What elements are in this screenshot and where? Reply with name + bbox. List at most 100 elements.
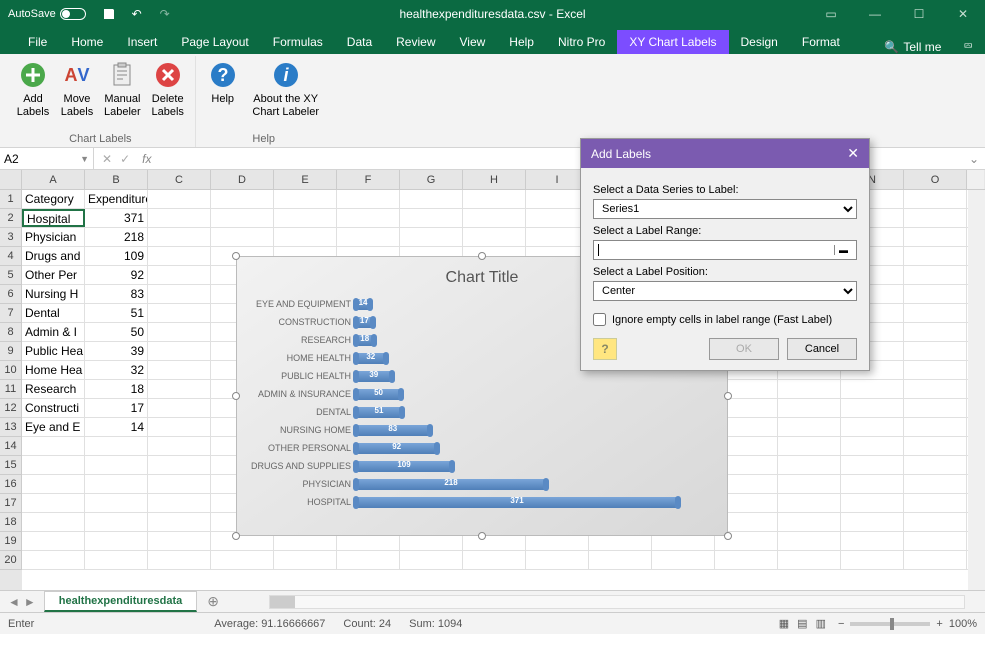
- cell[interactable]: 17: [85, 399, 148, 417]
- bar[interactable]: 17: [357, 317, 372, 328]
- bar[interactable]: 92: [357, 443, 436, 454]
- tab-help[interactable]: Help: [497, 30, 546, 54]
- save-icon[interactable]: [100, 5, 118, 23]
- page-break-view-icon[interactable]: ▥: [816, 617, 826, 630]
- tell-me-search[interactable]: 🔍 Tell me: [874, 40, 951, 54]
- cell[interactable]: [85, 456, 148, 474]
- cell[interactable]: Expenditures: [85, 190, 148, 208]
- cell[interactable]: [148, 323, 211, 341]
- cell[interactable]: 51: [85, 304, 148, 322]
- cell[interactable]: [904, 361, 967, 379]
- cell[interactable]: [22, 437, 85, 455]
- help-button[interactable]: ? Help: [202, 56, 244, 131]
- bar[interactable]: 51: [357, 407, 401, 418]
- cell[interactable]: [148, 342, 211, 360]
- row-header[interactable]: 12: [0, 399, 22, 418]
- cell[interactable]: [841, 513, 904, 531]
- tab-view[interactable]: View: [448, 30, 498, 54]
- row-header[interactable]: 16: [0, 475, 22, 494]
- cell[interactable]: 32: [85, 361, 148, 379]
- cell[interactable]: Nursing H: [22, 285, 85, 303]
- row-header[interactable]: 11: [0, 380, 22, 399]
- cell[interactable]: Public Hea: [22, 342, 85, 360]
- cell[interactable]: [904, 494, 967, 512]
- cell[interactable]: [778, 494, 841, 512]
- cell[interactable]: [841, 494, 904, 512]
- row-header[interactable]: 14: [0, 437, 22, 456]
- cell[interactable]: [211, 228, 274, 246]
- enter-icon[interactable]: ✓: [120, 152, 130, 166]
- cell[interactable]: [841, 399, 904, 417]
- toggle-switch[interactable]: [60, 8, 86, 20]
- cell[interactable]: Admin & I: [22, 323, 85, 341]
- checkbox-input[interactable]: [593, 313, 606, 326]
- fx-label[interactable]: fx: [138, 152, 151, 166]
- tab-review[interactable]: Review: [384, 30, 447, 54]
- cell[interactable]: [274, 228, 337, 246]
- cell[interactable]: [841, 456, 904, 474]
- cell[interactable]: [22, 494, 85, 512]
- cell[interactable]: [148, 418, 211, 436]
- cell[interactable]: [274, 190, 337, 208]
- row-header[interactable]: 4: [0, 247, 22, 266]
- cell[interactable]: [337, 551, 400, 569]
- undo-icon[interactable]: ↶: [128, 5, 146, 23]
- cell[interactable]: [22, 532, 85, 550]
- prev-sheet-icon[interactable]: ◄: [8, 595, 20, 609]
- autosave-toggle[interactable]: AutoSave: [0, 8, 94, 20]
- col-header[interactable]: C: [148, 170, 211, 189]
- row-header[interactable]: 19: [0, 532, 22, 551]
- cell[interactable]: [337, 209, 400, 227]
- manual-labeler-button[interactable]: Manual Labeler: [100, 56, 145, 131]
- next-sheet-icon[interactable]: ►: [24, 595, 36, 609]
- row-header[interactable]: 6: [0, 285, 22, 304]
- expand-formula-bar-icon[interactable]: ⌄: [963, 152, 985, 166]
- row-header[interactable]: 10: [0, 361, 22, 380]
- cell[interactable]: [337, 190, 400, 208]
- cell[interactable]: [22, 513, 85, 531]
- cell[interactable]: [400, 551, 463, 569]
- cell[interactable]: [85, 475, 148, 493]
- cell[interactable]: [841, 532, 904, 550]
- about-button[interactable]: i About the XY Chart Labeler: [246, 56, 326, 131]
- position-select[interactable]: Center: [593, 281, 857, 301]
- cell[interactable]: [904, 190, 967, 208]
- cell[interactable]: [904, 399, 967, 417]
- cell[interactable]: 92: [85, 266, 148, 284]
- cell[interactable]: [211, 551, 274, 569]
- cell[interactable]: [904, 209, 967, 227]
- row-header[interactable]: 9: [0, 342, 22, 361]
- ignore-empty-checkbox[interactable]: Ignore empty cells in label range (Fast …: [593, 313, 857, 326]
- row-header[interactable]: 3: [0, 228, 22, 247]
- cell[interactable]: [904, 266, 967, 284]
- cell[interactable]: Hospital: [22, 209, 85, 227]
- col-header[interactable]: E: [274, 170, 337, 189]
- redo-icon[interactable]: ↷: [156, 5, 174, 23]
- range-input[interactable]: ▬: [593, 240, 857, 260]
- cell[interactable]: [22, 456, 85, 474]
- col-header[interactable]: F: [337, 170, 400, 189]
- cell[interactable]: [148, 380, 211, 398]
- cell[interactable]: [274, 551, 337, 569]
- cell[interactable]: 50: [85, 323, 148, 341]
- cell[interactable]: Other Per: [22, 266, 85, 284]
- tab-home[interactable]: Home: [59, 30, 115, 54]
- cell[interactable]: 371: [85, 209, 148, 227]
- row-header[interactable]: 17: [0, 494, 22, 513]
- cell[interactable]: 18: [85, 380, 148, 398]
- ok-button[interactable]: OK: [709, 338, 779, 360]
- sheet-tab-active[interactable]: healthexpendituresdata: [44, 591, 197, 612]
- cell[interactable]: [904, 456, 967, 474]
- zoom-out-icon[interactable]: −: [838, 618, 844, 630]
- bar[interactable]: 83: [357, 425, 429, 436]
- cell[interactable]: [904, 380, 967, 398]
- cell[interactable]: [778, 532, 841, 550]
- cell[interactable]: [841, 380, 904, 398]
- cell[interactable]: [148, 285, 211, 303]
- cell[interactable]: Category: [22, 190, 85, 208]
- zoom-in-icon[interactable]: +: [936, 618, 942, 630]
- cell[interactable]: [463, 209, 526, 227]
- cell[interactable]: [841, 475, 904, 493]
- zoom-value[interactable]: 100%: [949, 618, 977, 630]
- cell[interactable]: [904, 342, 967, 360]
